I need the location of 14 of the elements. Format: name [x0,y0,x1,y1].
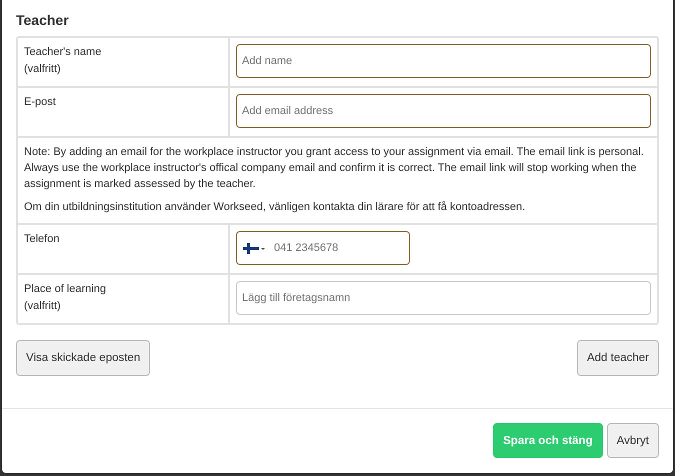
cancel-button[interactable]: Avbryt [606,423,659,458]
field-label: Teacher's name [24,45,102,59]
optional-label: (valfritt) [24,299,62,313]
note-text: Note: By adding an email for the workplace instructor you grant access to your assignment via email. The email link is personal. Always use the workplace instructor's offical company email and confirm it is correct. The email link will stop working when the assignment is marked assessed by the teacher. [24,145,645,192]
show-sent-emails-button[interactable]: Visa skickade eposten [16,340,150,376]
field-label: Telefon [24,232,60,246]
optional-label: (valfritt) [24,62,62,76]
field-label: Place of learning [24,282,107,296]
text-field[interactable]: Add email address [236,94,651,128]
note-text: Om din utbildningsinstitution använder Workseed, vänligen kontakta din lärare för att få kontoadressen. [24,200,526,215]
dialog-title: Teacher [16,12,70,28]
field-label: E-post [24,95,57,109]
add-teacher-button[interactable]: Add teacher [576,340,659,376]
text-field[interactable]: Add name [236,44,651,78]
